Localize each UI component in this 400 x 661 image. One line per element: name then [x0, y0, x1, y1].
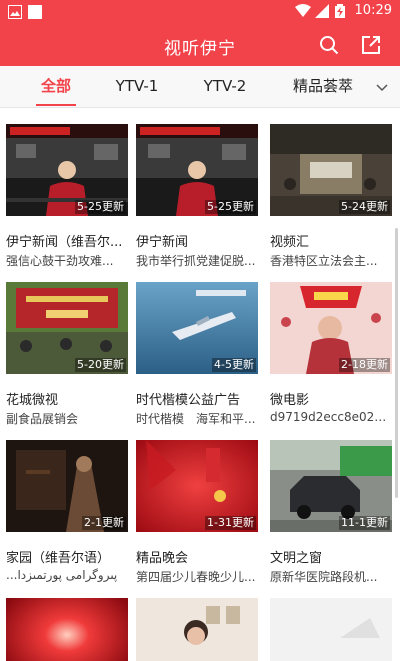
- image-notification-icon: [8, 4, 22, 19]
- video-thumbnail: 4-5更新: [136, 282, 258, 374]
- video-thumbnail: [270, 598, 392, 661]
- video-title: 伊宁新闻（维吾尔...: [6, 235, 123, 250]
- tab-featured[interactable]: 精品荟萃: [288, 66, 358, 108]
- video-thumbnail: 11-1更新: [270, 440, 392, 532]
- update-badge: 5-20更新: [75, 358, 126, 372]
- update-badge: 5-24更新: [339, 200, 390, 214]
- video-title: 文明之窗: [270, 551, 323, 566]
- update-badge: 1-31更新: [205, 516, 256, 530]
- video-description: 原新华医院路段机...: [270, 570, 378, 584]
- chevron-down-icon: [376, 84, 388, 92]
- update-badge: 2-18更新: [339, 358, 390, 372]
- search-icon: [320, 36, 339, 55]
- video-description: 强信心鼓干劲攻难...: [6, 254, 114, 268]
- signal-icon: [314, 3, 329, 18]
- category-tab-bar: 全部 YTV-1 YTV-2 精品荟萃: [0, 66, 400, 108]
- video-card[interactable]: 5-25更新 伊宁新闻（维吾尔... 强信心鼓干劲攻难...: [6, 124, 128, 269]
- video-card[interactable]: 4-5更新 时代楷模公益广告 时代楷模 海军和平...: [136, 282, 258, 427]
- more-tabs-button[interactable]: [374, 79, 390, 95]
- video-card[interactable]: 2-1更新 家园（维吾尔语） ...پىروگرامى پورتمىزدا: [6, 440, 128, 582]
- square-notification-icon: [28, 4, 42, 19]
- battery-charging-icon: [334, 3, 349, 18]
- status-time: 10:29: [354, 3, 392, 18]
- video-title: 精品晚会: [136, 551, 189, 566]
- video-description: 副食品展销会: [6, 412, 79, 426]
- status-bar: 10:29: [0, 0, 400, 24]
- video-title: 家园（维吾尔语）: [6, 551, 111, 566]
- video-thumbnail: 2-18更新: [270, 282, 392, 374]
- update-badge: 4-5更新: [212, 358, 256, 372]
- video-card[interactable]: 5-20更新 花城微视 副食品展销会: [6, 282, 128, 427]
- tab-all[interactable]: 全部: [28, 66, 84, 108]
- video-title: 视频汇: [270, 235, 310, 250]
- update-badge: 2-1更新: [82, 516, 126, 530]
- video-thumbnail: [6, 598, 128, 661]
- update-badge: 11-1更新: [339, 516, 390, 530]
- video-thumbnail: 5-20更新: [6, 282, 128, 374]
- video-title: 微电影: [270, 393, 310, 408]
- video-card[interactable]: [6, 598, 128, 661]
- video-card[interactable]: 1-31更新 精品晚会 第四届少儿春晚少儿...: [136, 440, 258, 585]
- video-card[interactable]: 2-18更新 微电影 d9719d2ecc8e027f...: [270, 282, 392, 424]
- video-description: ...پىروگرامى پورتمىزدا: [6, 568, 118, 582]
- video-thumbnail: [136, 598, 258, 661]
- video-thumbnail: 2-1更新: [6, 440, 128, 532]
- video-title: 时代楷模公益广告: [136, 393, 241, 408]
- video-grid: 5-25更新 伊宁新闻（维吾尔... 强信心鼓干劲攻难... 5-25更新 伊宁…: [0, 108, 400, 661]
- video-description: d9719d2ecc8e027f...: [270, 410, 392, 424]
- tab-ytv-2[interactable]: YTV-2: [194, 66, 256, 108]
- video-card[interactable]: 5-25更新 伊宁新闻 我市举行抓党建促脱...: [136, 124, 258, 269]
- video-description: 第四届少儿春晚少儿...: [136, 570, 256, 584]
- video-thumbnail: 1-31更新: [136, 440, 258, 532]
- video-description: 时代楷模 海军和平...: [136, 412, 256, 426]
- update-badge: 5-25更新: [205, 200, 256, 214]
- wifi-icon: [294, 3, 311, 18]
- tab-ytv-1[interactable]: YTV-1: [106, 66, 168, 108]
- video-thumbnail: 5-25更新: [136, 124, 258, 216]
- search-button[interactable]: [318, 34, 340, 56]
- video-thumbnail: 5-24更新: [270, 124, 392, 216]
- video-card[interactable]: 11-1更新 文明之窗 原新华医院路段机...: [270, 440, 392, 585]
- video-title: 伊宁新闻: [136, 235, 189, 250]
- share-icon: [362, 36, 380, 54]
- share-button[interactable]: [360, 34, 382, 56]
- video-title: 花城微视: [6, 393, 59, 408]
- video-description: 我市举行抓党建促脱...: [136, 254, 256, 268]
- video-card[interactable]: [270, 598, 392, 661]
- scroll-indicator[interactable]: [395, 228, 398, 498]
- video-thumbnail: 5-25更新: [6, 124, 128, 216]
- video-card[interactable]: [136, 598, 258, 661]
- video-card[interactable]: 5-24更新 视频汇 香港特区立法会主...: [270, 124, 392, 269]
- update-badge: 5-25更新: [75, 200, 126, 214]
- app-bar: 视听伊宁: [0, 24, 400, 66]
- video-description: 香港特区立法会主...: [270, 254, 378, 268]
